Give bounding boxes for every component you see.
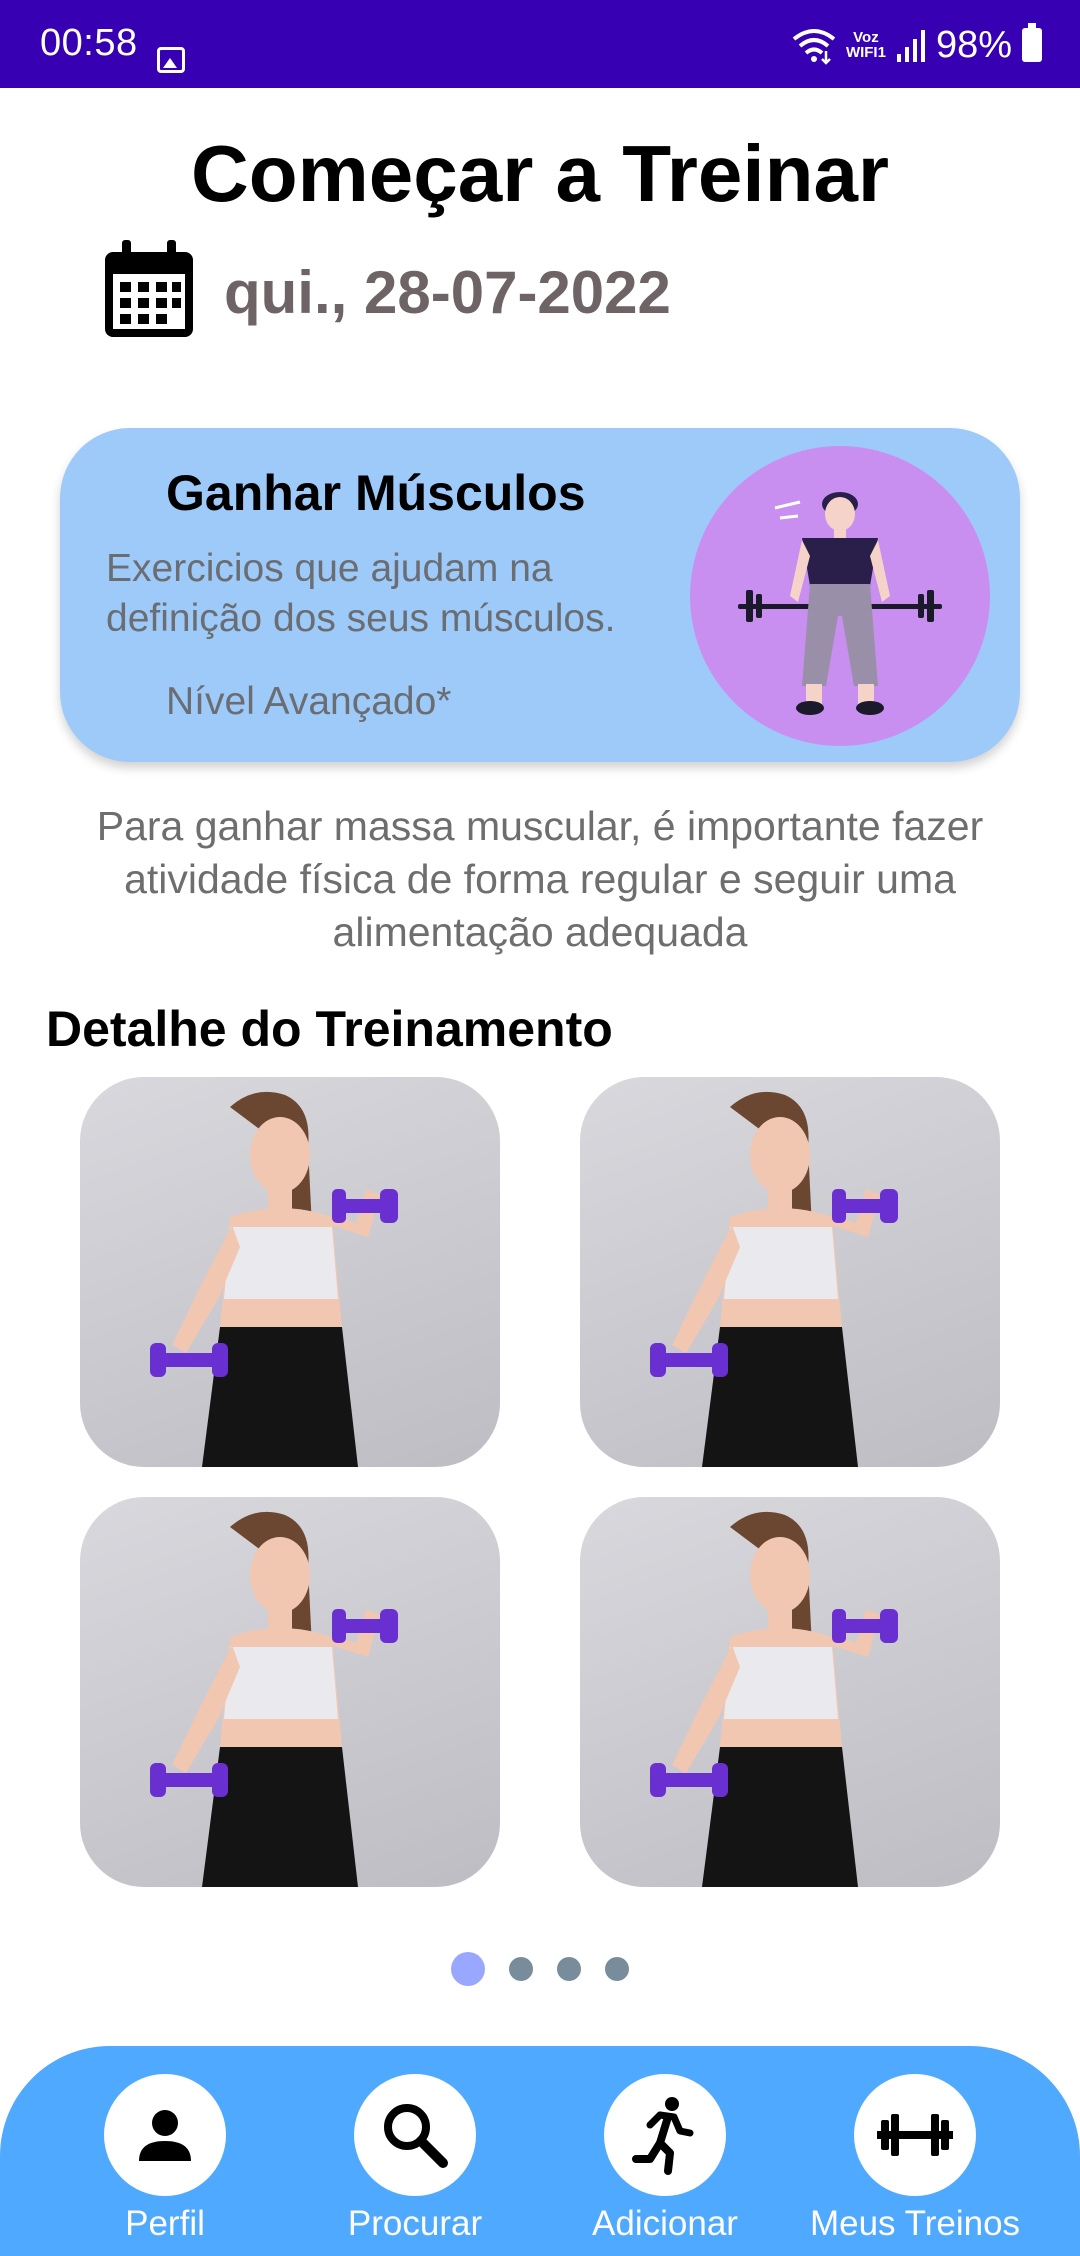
barbell-icon — [877, 2114, 953, 2156]
bottom-navigation: Perfil Procurar Adicionar Meus Treinos — [0, 2046, 1080, 2256]
nav-meus-treinos-button[interactable] — [854, 2074, 976, 2196]
nav-label-procurar: Procurar — [347, 2204, 483, 2243]
workout-photo — [150, 1091, 398, 1467]
nav-perfil-button[interactable] — [104, 2074, 226, 2196]
page-dot[interactable] — [509, 1957, 533, 1981]
workout-card[interactable] — [580, 1497, 1000, 1887]
page-indicator — [0, 1952, 1080, 1986]
voz-wifi-label: WIFI1 — [845, 44, 886, 61]
workout-photo — [650, 1511, 898, 1887]
voz-wifi-icon: Voz WIFI1 — [846, 30, 886, 60]
goal-title: Ganhar Músculos — [166, 465, 586, 521]
goal-card[interactable]: Ganhar Músculos Exercicios que ajudam na… — [60, 428, 1020, 762]
nav-label-meus-treinos: Meus Treinos — [809, 2204, 1021, 2243]
status-time: 00:58 — [40, 22, 138, 64]
status-bar: 00:58 Voz WIFI1 98% — [0, 0, 1080, 88]
nav-label-adicionar: Adicionar — [592, 2204, 738, 2243]
workout-card[interactable] — [80, 1077, 500, 1467]
calendar-icon — [105, 240, 193, 337]
training-section-title: Detalhe do Treinamento — [46, 1001, 613, 1057]
weightlifter-illustration — [690, 446, 990, 746]
training-card-grid — [0, 1077, 1080, 1887]
workout-card[interactable] — [80, 1497, 500, 1887]
wifi-icon — [792, 29, 836, 65]
nav-item-procurar[interactable]: Procurar — [290, 2074, 540, 2244]
running-icon — [632, 2097, 694, 2175]
person-icon — [139, 2110, 191, 2161]
nav-procurar-button[interactable] — [354, 2074, 476, 2196]
goal-description: Exercicios que ajudam na definição dos s… — [106, 547, 616, 640]
current-date: qui., 28-07-2022 — [224, 259, 671, 326]
battery-percent: 98% — [935, 23, 1012, 66]
nav-item-meus-treinos[interactable]: Meus Treinos — [790, 2074, 1040, 2244]
signal-icon — [896, 30, 925, 62]
nav-item-perfil[interactable]: Perfil — [40, 2074, 290, 2244]
goal-level: Nível Avançado* — [166, 680, 452, 723]
image-icon — [157, 47, 185, 73]
workout-card[interactable] — [580, 1077, 1000, 1467]
page-dot[interactable] — [557, 1957, 581, 1981]
page-title: Começar a Treinar — [190, 129, 890, 218]
page-dot[interactable] — [605, 1957, 629, 1981]
info-text: Para ganhar massa muscular, é importante… — [96, 803, 984, 955]
nav-adicionar-button[interactable] — [604, 2074, 726, 2196]
voz-label: Voz — [853, 29, 879, 46]
workout-photo — [650, 1091, 898, 1467]
workout-photo — [150, 1511, 398, 1887]
nav-item-adicionar[interactable]: Adicionar — [540, 2074, 790, 2244]
status-icons: Voz WIFI1 98% — [792, 20, 1042, 70]
page-dot-active[interactable] — [451, 1952, 485, 1986]
search-icon — [384, 2104, 448, 2168]
battery-icon — [1022, 23, 1042, 62]
nav-label-perfil: Perfil — [125, 2204, 205, 2243]
